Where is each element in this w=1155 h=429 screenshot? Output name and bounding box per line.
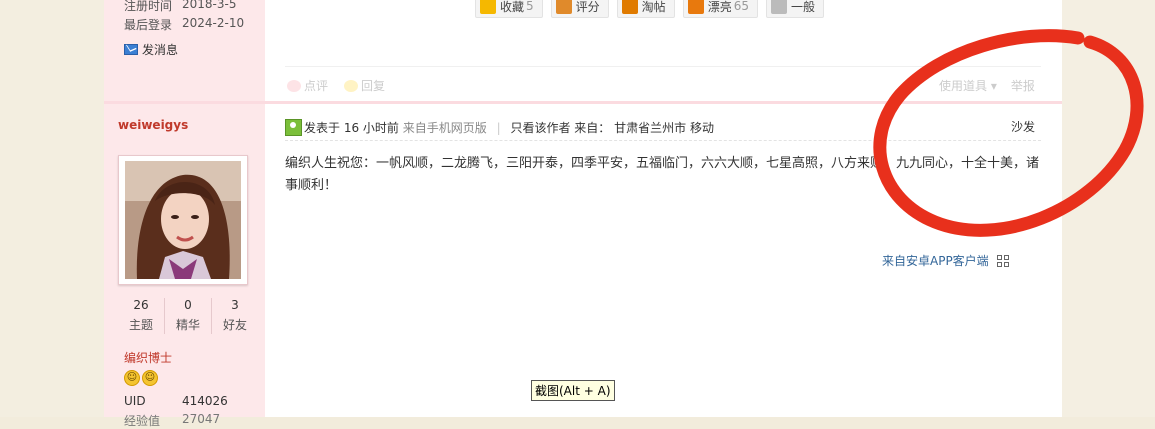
post-meta: 发表于 16 小时前 来自手机网页版 | 只看该作者 来自： 甘肃省兰州市 移动…: [285, 118, 1041, 141]
star-icon: [480, 0, 496, 14]
send-message-label: 发消息: [142, 43, 179, 57]
avatar[interactable]: [118, 155, 248, 285]
screenshot-tooltip: 截图(Alt + A): [531, 380, 615, 401]
last-login-label: 最后登录: [124, 18, 173, 32]
from-app-link[interactable]: 来自安卓APP客户端: [882, 252, 1009, 269]
post-location: 甘肃省兰州市 移动: [614, 121, 714, 135]
arrow-up-icon: [687, 0, 704, 14]
stat-digest[interactable]: 0 精华: [165, 298, 212, 334]
page-background-right: [1062, 0, 1155, 417]
author-stats: 26 主题 0 精华 3 好友: [118, 298, 258, 334]
post-source[interactable]: 来自手机网页版: [403, 121, 487, 135]
favorite-button[interactable]: 收藏 5: [475, 0, 543, 18]
stat-threads[interactable]: 26 主题: [118, 298, 165, 334]
last-login-row: 最后登录 2024-2-10: [124, 16, 244, 33]
report-link[interactable]: 举报: [1011, 77, 1035, 94]
favorite-label: 收藏: [500, 0, 525, 14]
online-status-icon: [285, 119, 302, 136]
rate-label: 评分: [575, 0, 600, 14]
stat-friends[interactable]: 3 好友: [212, 298, 258, 334]
only-author-link[interactable]: 只看该作者: [510, 121, 570, 135]
toolbar-divider: [285, 66, 1041, 67]
rank-stars: ☺ ☺: [124, 370, 158, 386]
send-message-link[interactable]: 发消息: [124, 41, 178, 58]
stat-threads-count: 26: [133, 298, 149, 312]
smiley-icon: ☺: [124, 370, 140, 386]
pretty-count: 65: [733, 0, 749, 13]
location-label: 来自：: [574, 121, 611, 135]
average-label: 一般: [790, 0, 815, 14]
post-separator: [104, 101, 1062, 104]
arrow-down-icon: [770, 0, 787, 14]
page-background-left: [0, 0, 104, 417]
register-time-label: 注册时间: [124, 0, 173, 13]
post-action-buttons: 收藏 5 评分 淘帖 漂亮 65 一般: [475, 0, 824, 18]
uid-value: 414026: [182, 394, 228, 408]
average-button[interactable]: 一般: [765, 0, 824, 18]
experience-row: 经验值 27047: [124, 412, 220, 429]
comment-icon: [287, 80, 301, 92]
favorite-count: 5: [526, 0, 534, 13]
reply-label: 回复: [361, 79, 386, 93]
uid-label: UID: [124, 394, 146, 408]
uid-row: UID 414026: [124, 394, 228, 408]
post-meta-text: 发表于 16 小时前 来自手机网页版 | 只看该作者 来自： 甘肃省兰州市 移动: [304, 121, 714, 135]
stat-digest-label: 精华: [175, 318, 200, 332]
from-app-label: 来自安卓APP客户端: [882, 254, 989, 268]
mail-icon: [124, 44, 138, 55]
qr-code-icon: [996, 254, 1009, 267]
rate-button[interactable]: 评分: [550, 0, 609, 18]
smiley-icon: ☺: [142, 370, 158, 386]
stat-friends-count: 3: [231, 298, 239, 312]
register-time-value: 2018-3-5: [182, 0, 237, 11]
floor-number[interactable]: 沙发: [1011, 118, 1035, 135]
stat-threads-label: 主题: [128, 318, 153, 332]
inbox-icon: [621, 0, 638, 14]
reply-link[interactable]: 回复: [344, 77, 385, 94]
user-rank[interactable]: 编织博士: [124, 349, 172, 366]
pretty-label: 漂亮: [707, 0, 732, 14]
avatar-photo: [125, 161, 241, 279]
pretty-button[interactable]: 漂亮 65: [682, 0, 758, 18]
stat-friends-label: 好友: [222, 318, 247, 332]
post-content-area: [265, 0, 1062, 417]
experience-value: 27047: [182, 412, 221, 426]
comment-label: 点评: [304, 79, 329, 93]
rate-icon: [555, 0, 572, 14]
reply-icon: [344, 80, 359, 92]
post-message: 编织人生祝您：一帆风顺，二龙腾飞，三阳开泰，四季平安，五福临门，六六大顺，七星高…: [285, 156, 1040, 193]
last-login-value: 2024-2-10: [182, 16, 245, 30]
post-toolbar-left: 点评 回复: [287, 77, 385, 94]
author-username[interactable]: weiweigys: [118, 118, 188, 132]
collect-thread-button[interactable]: 淘帖: [616, 0, 675, 18]
stat-digest-count: 0: [184, 298, 192, 312]
collect-thread-label: 淘帖: [641, 0, 666, 14]
use-tools-dropdown[interactable]: 使用道具 ▾: [939, 77, 997, 94]
post-time: 发表于 16 小时前: [304, 121, 399, 135]
register-time-row: 注册时间 2018-3-5: [124, 0, 236, 14]
post-toolbar-right: 使用道具 ▾ 举报: [939, 77, 1035, 94]
experience-label: 经验值: [124, 414, 161, 428]
comment-link[interactable]: 点评: [287, 77, 328, 94]
